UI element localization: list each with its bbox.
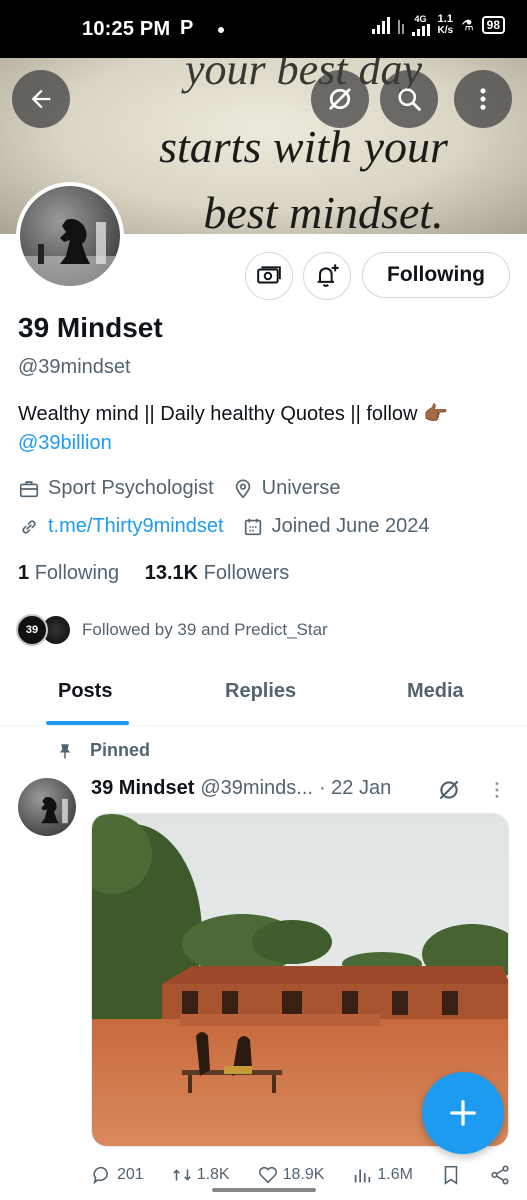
chess-knight-icon xyxy=(41,797,68,824)
pin-icon xyxy=(59,743,71,758)
bio-mention-link[interactable]: @39billion xyxy=(18,432,112,454)
follow-counts: 1 Following 13.1K Followers xyxy=(18,562,289,585)
banner-quote-line1: your best day xyxy=(184,58,423,94)
profile-handle: @39mindset xyxy=(18,356,131,378)
notification-p-icon: P xyxy=(180,17,194,39)
profile-joined: Joined June 2024 xyxy=(242,515,430,538)
more-vertical-icon xyxy=(495,782,499,798)
profile-meta-row-2: t.me/Thirty9mindset Joined June 2024 xyxy=(18,515,448,538)
subscribe-button[interactable] xyxy=(245,252,293,300)
following-button[interactable]: Following xyxy=(362,252,510,298)
tab-replies[interactable]: Replies xyxy=(225,680,296,703)
grok-post-button[interactable] xyxy=(436,777,462,808)
bookmark-icon xyxy=(444,1165,458,1185)
active-tab-indicator xyxy=(46,721,129,725)
followers-count-link[interactable]: 13.1K Followers xyxy=(145,562,290,584)
share-icon xyxy=(491,1165,509,1185)
follower-avatar-39: 39 xyxy=(16,614,48,646)
more-options-button[interactable] xyxy=(454,70,512,128)
post-more-button[interactable] xyxy=(488,779,506,806)
repost-icon xyxy=(172,1169,191,1181)
profile-category: Sport Psychologist xyxy=(18,477,214,500)
like-button[interactable]: 18.9K xyxy=(257,1160,324,1190)
reply-icon xyxy=(93,1166,108,1185)
profile-name: 39 Mindset xyxy=(18,312,163,343)
banner-quote-line3: best mindset. xyxy=(203,187,444,234)
network-speed: 1.1 K/s xyxy=(437,13,454,37)
profile-avatar[interactable] xyxy=(16,182,124,290)
banner-quote-line2: starts with your xyxy=(159,121,448,172)
network-type: 4G xyxy=(411,14,430,36)
grok-icon xyxy=(439,780,459,800)
home-indicator[interactable] xyxy=(212,1188,316,1192)
grok-button[interactable] xyxy=(311,70,369,128)
back-button[interactable] xyxy=(12,70,70,128)
pinned-label: Pinned xyxy=(56,740,150,761)
share-button[interactable] xyxy=(489,1160,511,1190)
profile-website[interactable]: t.me/Thirty9mindset xyxy=(18,515,224,538)
status-time: 10:25 PM xyxy=(82,18,171,40)
bell-plus-icon xyxy=(317,264,339,287)
battery-indicator: 98 xyxy=(481,16,505,34)
followed-by[interactable]: 39 Followed by 39 and Predict_Star xyxy=(16,614,328,646)
briefcase-icon xyxy=(19,480,39,497)
signal-icon xyxy=(371,16,390,34)
more-vertical-icon xyxy=(480,88,486,110)
repost-button[interactable]: 1.8K xyxy=(171,1160,230,1190)
money-icon xyxy=(257,266,281,284)
calendar-icon xyxy=(244,518,261,535)
notification-dot-icon xyxy=(218,27,224,33)
notifications-button[interactable] xyxy=(303,252,351,300)
profile-tabs: Posts Replies Media xyxy=(0,664,527,726)
views-button[interactable]: 1.6M xyxy=(351,1160,413,1190)
plus-icon xyxy=(450,1100,476,1126)
tab-posts[interactable]: Posts xyxy=(58,680,112,703)
arrow-left-icon xyxy=(31,89,51,109)
location-pin-icon xyxy=(235,478,250,499)
post-author-handle[interactable]: @39minds... xyxy=(200,777,313,800)
signal-4g-icon xyxy=(411,23,430,36)
link-icon xyxy=(22,519,36,534)
following-count-link[interactable]: 1 Following xyxy=(18,562,119,584)
search-button[interactable] xyxy=(380,70,438,128)
data-arrows-icon xyxy=(397,16,404,34)
bookmark-button[interactable] xyxy=(440,1160,462,1190)
post-author-name[interactable]: 39 Mindset xyxy=(91,777,194,800)
reply-button[interactable]: 201 xyxy=(91,1160,144,1190)
status-icons: 4G 1.1 K/s ⚗ 98 xyxy=(371,13,505,37)
tab-media[interactable]: Media xyxy=(407,680,464,703)
profile-bio: Wealthy mind || Daily healthy Quotes || … xyxy=(18,400,513,458)
post-author-avatar[interactable] xyxy=(18,778,76,836)
bio-text: Wealthy mind || Daily healthy Quotes || … xyxy=(18,403,448,425)
chess-knight-icon xyxy=(20,218,120,286)
post-date[interactable]: · 22 Jan xyxy=(319,777,391,800)
status-bar: 10:25 PM P 4G 1.1 K/s ⚗ 98 xyxy=(0,0,527,58)
flask-icon: ⚗ xyxy=(461,16,474,33)
grok-icon xyxy=(329,88,351,110)
post-header: 39 Mindset @39minds... · 22 Jan xyxy=(91,777,391,800)
compose-post-button[interactable] xyxy=(422,1072,504,1154)
views-chart-icon xyxy=(355,1169,371,1183)
profile-meta-row-1: Sport Psychologist Universe xyxy=(18,477,359,500)
heart-icon xyxy=(258,1166,277,1184)
profile-location: Universe xyxy=(232,477,341,500)
search-icon xyxy=(398,88,421,111)
post-actions: 201 1.8K 18.9K 1.6M xyxy=(91,1160,511,1190)
